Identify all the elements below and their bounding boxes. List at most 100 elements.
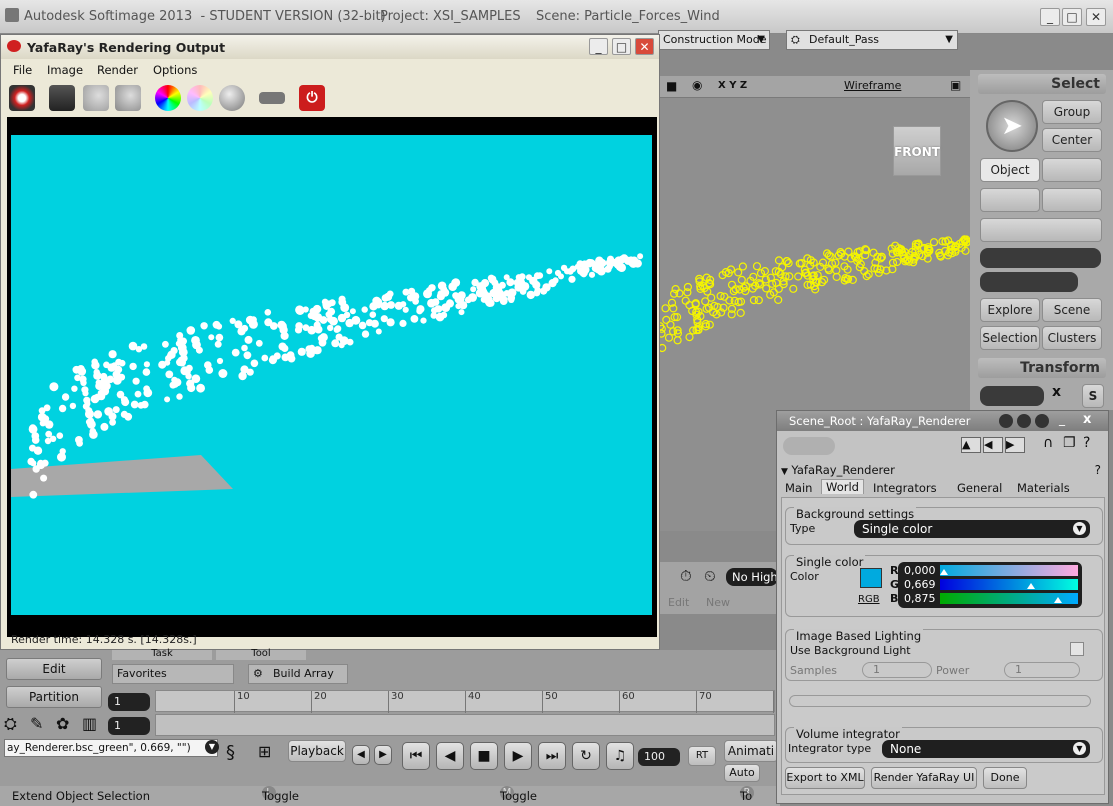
minimize-button[interactable]: _ [1040, 8, 1060, 26]
integrator-type-select[interactable]: None ▼ [882, 740, 1090, 758]
prev-key-icon[interactable]: ◀ [352, 745, 370, 765]
save-alpha-icon[interactable] [83, 85, 109, 111]
clusters-button[interactable]: Clusters [1042, 326, 1102, 350]
edit-button[interactable]: Edit [6, 658, 102, 680]
viewport-axes[interactable]: X Y Z [718, 80, 747, 91]
keyable-icon[interactable] [1035, 414, 1049, 428]
no-high-field[interactable]: No High [726, 568, 778, 586]
realtime-button[interactable]: RT [688, 746, 716, 766]
scene-button[interactable]: Scene [1042, 298, 1102, 322]
partition-button[interactable]: Partition [6, 686, 102, 708]
scale-button[interactable]: S [1082, 384, 1104, 408]
selection-field[interactable] [980, 248, 1101, 268]
end-frame-field[interactable]: 100 [638, 748, 680, 766]
quit-icon[interactable]: ⏻ [299, 85, 325, 111]
menu-image[interactable]: Image [47, 63, 83, 77]
new-menu-button[interactable]: New [706, 596, 730, 609]
script-icon[interactable]: § [226, 742, 235, 763]
background-type-select[interactable]: Single color ▼ [854, 520, 1090, 538]
save-copy-icon[interactable] [115, 85, 141, 111]
b-slider[interactable] [940, 593, 1078, 604]
auto-key-button[interactable]: Auto [724, 764, 760, 782]
close-button[interactable]: ✕ [1086, 8, 1106, 26]
task-tab[interactable]: Task [112, 649, 212, 660]
tab-general[interactable]: General [957, 481, 1002, 495]
brush-icon[interactable]: ✎ [30, 714, 43, 733]
timer-icon[interactable]: ⏱ [680, 567, 692, 585]
g-value[interactable]: 0,669 [904, 578, 936, 591]
animation-button[interactable]: Animati [724, 740, 778, 762]
depth-sphere-icon[interactable] [219, 85, 245, 111]
record-icon[interactable]: ⏲ [704, 567, 716, 585]
export-xml-button[interactable]: Export to XML [785, 767, 865, 789]
maximize-button[interactable]: □ [1062, 8, 1082, 26]
done-button[interactable]: Done [983, 767, 1027, 789]
menu-render[interactable]: Render [97, 63, 138, 77]
construction-mode-select[interactable]: Construction Mode ▼ [658, 30, 770, 50]
close-panel-button[interactable]: x [1083, 412, 1091, 427]
filter-field[interactable] [980, 272, 1078, 292]
magnet-icon[interactable]: ∩ [1043, 435, 1053, 451]
camera-bag-icon[interactable]: ⊞ [258, 742, 271, 761]
selection-button[interactable]: Selection [980, 326, 1040, 350]
blank-button-1[interactable] [1042, 158, 1102, 182]
layout-icon[interactable]: ▥ [82, 714, 97, 733]
tool-tab[interactable]: Tool [216, 649, 306, 660]
alpha-wheel-icon[interactable] [187, 85, 213, 111]
display-mode-menu[interactable]: Wireframe [844, 79, 901, 92]
tab-integrators[interactable]: Integrators [873, 481, 937, 495]
object-button[interactable]: Object [980, 158, 1040, 182]
favorites-list[interactable]: Favorites [112, 664, 234, 684]
rgb-mode-label[interactable]: RGB [858, 594, 880, 605]
render-yafaray-button[interactable]: Render YafaRay UI [871, 767, 977, 789]
wrench-icon[interactable] [783, 437, 835, 455]
r-slider[interactable] [940, 565, 1078, 576]
tab-world[interactable]: World [821, 479, 864, 494]
prev-frame-icon[interactable]: ◀ [436, 742, 464, 770]
nav-back-icon[interactable]: ◀ [983, 437, 1003, 453]
zoom-icon[interactable] [259, 92, 285, 104]
view-cube[interactable]: FRONT [893, 126, 941, 176]
render-close-button[interactable]: ✕ [635, 38, 654, 55]
pass-select[interactable]: ⛭ Default_Pass ▼ [786, 30, 958, 50]
blank-button-2[interactable] [980, 188, 1040, 212]
tools-icon[interactable]: ⛭ [4, 714, 17, 734]
transform-field[interactable] [980, 386, 1044, 406]
explore-button[interactable]: Explore [980, 298, 1040, 322]
group-button[interactable]: Group [1042, 100, 1102, 124]
samples-field[interactable]: 1 [862, 662, 932, 678]
center-button[interactable]: Center [1042, 128, 1102, 152]
current-frame-field[interactable]: 1 [108, 717, 150, 735]
palette-icon[interactable]: ✿ [56, 714, 69, 733]
maximize-viewport-icon[interactable]: ▣ [950, 78, 961, 92]
nav-home-icon[interactable]: ▲ [961, 437, 981, 453]
start-frame-field[interactable]: 1 [108, 693, 150, 711]
next-key-icon[interactable]: ▶ [374, 745, 392, 765]
color-wheel-icon[interactable] [155, 85, 181, 111]
command-input[interactable]: ay_Renderer.bsc_green", 0.669, "") [4, 739, 218, 757]
menu-options[interactable]: Options [153, 63, 197, 77]
g-slider-thumb[interactable] [1026, 583, 1035, 589]
copy-icon[interactable]: ❐ [1063, 435, 1076, 451]
power-field[interactable]: 1 [1004, 662, 1080, 678]
first-frame-icon[interactable]: ⏮ [402, 742, 430, 770]
command-dropdown-icon[interactable]: ▼ [205, 740, 219, 754]
b-value[interactable]: 0,875 [904, 592, 936, 605]
b-slider-thumb[interactable] [1053, 597, 1062, 603]
minimize-panel-button[interactable]: _ [1059, 412, 1065, 426]
camera-icon[interactable]: ■ [666, 79, 677, 93]
render-icon[interactable] [9, 85, 35, 111]
nav-forward-icon[interactable]: ▶ [1005, 437, 1025, 453]
eye-icon[interactable]: ◉ [692, 78, 702, 92]
build-array-item[interactable]: ⚙ Build Array [248, 664, 348, 684]
playback-button[interactable]: Playback [288, 740, 346, 762]
tab-main[interactable]: Main [785, 481, 812, 495]
audio-icon[interactable]: ♫ [606, 742, 634, 770]
help-circle-icon[interactable]: ? [1083, 435, 1090, 451]
color-swatch[interactable] [860, 568, 882, 588]
section-help-button[interactable]: ? [1095, 463, 1101, 477]
menu-file[interactable]: File [13, 63, 32, 77]
render-maximize-button[interactable]: □ [612, 38, 631, 55]
render-minimize-button[interactable]: _ [589, 38, 608, 55]
last-frame-icon[interactable]: ⏭ [538, 742, 566, 770]
